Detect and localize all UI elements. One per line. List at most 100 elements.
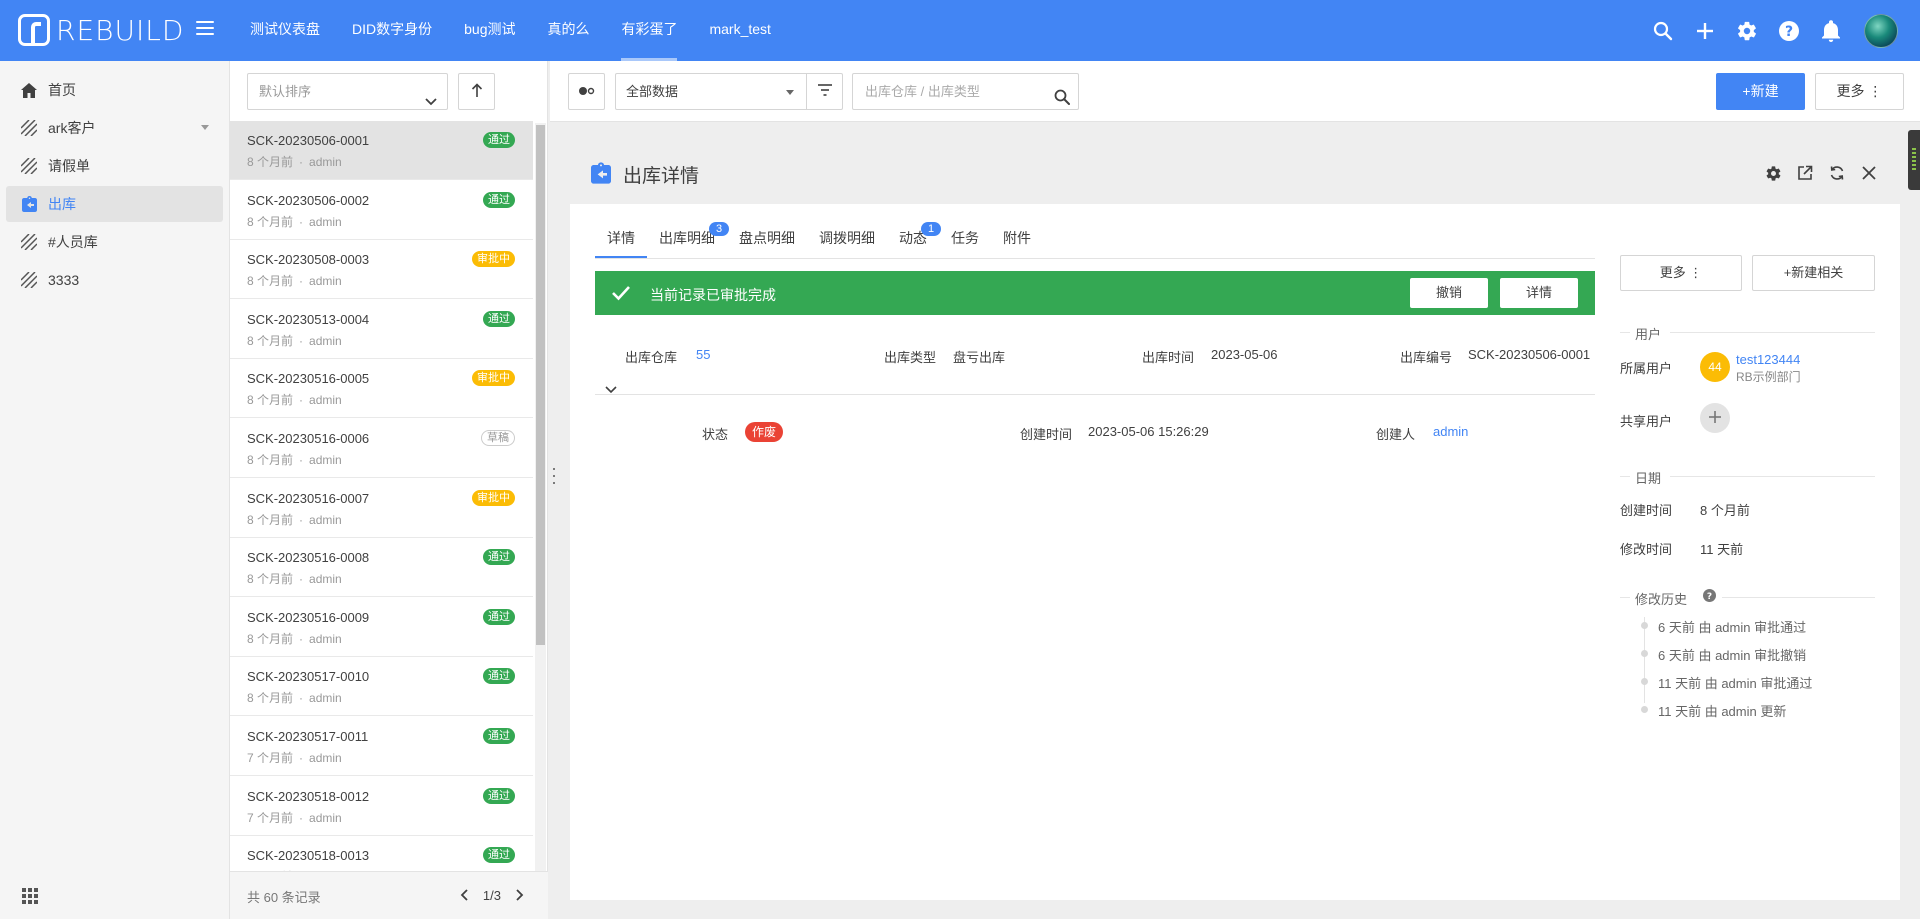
tab-label: 调拨明细 xyxy=(819,230,875,246)
tab-inventory-items[interactable]: 盘点明细 xyxy=(727,219,807,258)
record-user: admin xyxy=(309,572,342,586)
topnav-item[interactable]: 真的么 xyxy=(531,0,605,61)
refresh-icon[interactable] xyxy=(1821,159,1853,187)
status-badge: 通过 xyxy=(483,311,515,327)
history-text: 11 天前 由 admin 更新 xyxy=(1658,704,1787,719)
field-value-created: 2023-05-06 15:26:29 xyxy=(1088,424,1209,439)
side-more-button[interactable]: 更多 ⋮ xyxy=(1620,255,1742,291)
tab-activity[interactable]: 动态 1 xyxy=(887,219,941,258)
sidebar-item-label: 出库 xyxy=(48,196,76,212)
record-code: SCK-20230516-0008 xyxy=(247,550,370,565)
help-icon[interactable]: ? xyxy=(1703,589,1716,605)
topnav-item[interactable]: bug测试 xyxy=(448,0,531,61)
list-item[interactable]: SCK-20230516-0009 8 个月前 · admin 通过 xyxy=(230,598,533,657)
list-item[interactable]: SCK-20230518-0012 7 个月前 · admin 通过 xyxy=(230,777,533,836)
topnav-item[interactable]: DID数字身份 xyxy=(336,0,448,61)
prev-page-icon[interactable] xyxy=(451,882,477,908)
tab-detail[interactable]: 详情 xyxy=(595,219,647,258)
topnav-item-active[interactable]: 有彩蛋了 xyxy=(605,0,693,61)
record-list: SCK-20230506-0001 8 个月前 · admin 通过 SCK-202305… xyxy=(230,121,533,919)
tab-label: 出库明细 xyxy=(659,230,715,246)
new-related-button[interactable]: +新建相关 xyxy=(1752,255,1875,291)
sidebar-item-home[interactable]: 首页 xyxy=(6,72,223,108)
record-user: admin xyxy=(309,393,342,407)
app-logo[interactable]: REBUILD xyxy=(18,13,184,47)
total-records: 共 60 条记录 xyxy=(247,890,321,905)
sidebar-item-leave[interactable]: 请假单 xyxy=(6,148,223,184)
tab-outbound-items[interactable]: 出库明细 3 xyxy=(647,219,729,258)
record-user: admin xyxy=(309,751,342,765)
data-filter-select[interactable]: 全部数据 xyxy=(615,73,807,110)
list-item[interactable]: SCK-20230513-0004 8 个月前 · admin 通过 xyxy=(230,300,533,359)
list-item[interactable]: SCK-20230516-0006 8 个月前 · admin 草稿 xyxy=(230,419,533,478)
open-external-icon[interactable] xyxy=(1789,159,1821,187)
clipboard-icon xyxy=(21,196,37,212)
owner-label: 所属用户 xyxy=(1620,361,1673,376)
record-code: SCK-20230508-0003 xyxy=(247,252,370,267)
list-item[interactable]: SCK-20230508-0003 8 个月前 · admin 审批中 xyxy=(230,240,533,299)
topnav-item[interactable]: mark_test xyxy=(693,0,786,61)
list-item[interactable]: SCK-20230516-0007 8 个月前 · admin 审批中 xyxy=(230,479,533,538)
plus-icon[interactable] xyxy=(1684,10,1726,52)
sort-direction-button[interactable] xyxy=(458,73,495,110)
record-meta: 8 个月前 · admin xyxy=(247,272,342,289)
tab-transfer-items[interactable]: 调拨明细 xyxy=(807,219,887,258)
list-item[interactable]: SCK-20230506-0002 8 个月前 · admin 通过 xyxy=(230,181,533,240)
new-record-button[interactable]: +新建 xyxy=(1716,73,1805,110)
sort-select[interactable]: 默认排序 xyxy=(247,73,448,110)
advanced-filter-button[interactable] xyxy=(806,73,843,110)
history-item: 6 天前 由 admin 审批通过 xyxy=(1641,617,1806,636)
next-page-icon[interactable] xyxy=(507,882,533,908)
status-badge: 通过 xyxy=(483,728,515,744)
gear-icon[interactable] xyxy=(1757,159,1789,187)
list-scrollbar[interactable] xyxy=(535,123,546,919)
sidebar-item-outbound[interactable]: 出库 xyxy=(6,186,223,222)
record-meta: 7 个月前 · admin xyxy=(247,809,342,826)
field-value-creator[interactable]: admin xyxy=(1433,424,1468,439)
sidebar-item-ark[interactable]: ark客户 xyxy=(6,110,223,146)
side-drawer-tab[interactable] xyxy=(1908,130,1920,190)
more-actions-button[interactable]: 更多 ⋮ xyxy=(1815,73,1904,110)
field-value-warehouse[interactable]: 55 xyxy=(696,347,710,362)
revoke-button[interactable]: 撤销 xyxy=(1410,278,1488,308)
tab-tasks[interactable]: 任务 xyxy=(939,219,991,258)
close-icon[interactable] xyxy=(1853,159,1885,187)
search-input[interactable]: 出库仓库 / 出库类型 xyxy=(852,73,1079,110)
logo-icon xyxy=(18,14,50,46)
section-title: 修改历史 xyxy=(1635,592,1688,607)
list-item[interactable]: SCK-20230517-0011 7 个月前 · admin 通过 xyxy=(230,717,533,776)
scrollbar-thumb[interactable] xyxy=(536,125,545,645)
view-toggle-button[interactable] xyxy=(568,73,605,110)
search-icon[interactable] xyxy=(1054,83,1070,118)
filter-icon xyxy=(817,84,832,99)
modal-actions xyxy=(1757,159,1885,187)
approval-detail-button[interactable]: 详情 xyxy=(1500,278,1578,308)
entity-icon xyxy=(21,234,37,250)
chevron-down-icon xyxy=(201,125,209,130)
panel-resize-handle[interactable] xyxy=(551,468,557,484)
topnav-item[interactable]: 测试仪表盘 xyxy=(234,0,336,61)
history-item: 6 天前 由 admin 审批撤销 xyxy=(1641,645,1806,664)
field-label-warehouse: 出库仓库 xyxy=(625,350,678,365)
menu-toggle-icon[interactable] xyxy=(196,21,214,37)
tab-attachments[interactable]: 附件 xyxy=(991,219,1043,258)
gear-icon[interactable] xyxy=(1726,10,1768,52)
sidebar-item-people[interactable]: #人员库 xyxy=(6,224,223,260)
search-icon[interactable] xyxy=(1642,10,1684,52)
sidebar-item-3333[interactable]: 3333 xyxy=(6,262,223,298)
user-avatar[interactable] xyxy=(1864,13,1898,48)
main-toolbar: 全部数据 出库仓库 / 出库类型 +新建 更多 ⋮ xyxy=(550,61,1920,122)
bell-icon[interactable] xyxy=(1810,10,1852,52)
apps-grid-icon[interactable] xyxy=(22,888,38,907)
list-item[interactable]: SCK-20230517-0010 8 个月前 · admin 通过 xyxy=(230,657,533,716)
list-item[interactable]: SCK-20230516-0008 8 个月前 · admin 通过 xyxy=(230,538,533,597)
modified-time-label: 修改时间 xyxy=(1620,542,1673,557)
status-badge: 通过 xyxy=(483,609,515,625)
modified-time-value: 11 天前 xyxy=(1700,542,1744,557)
list-item[interactable]: SCK-20230506-0001 8 个月前 · admin 通过 xyxy=(230,121,533,180)
add-share-user-button[interactable] xyxy=(1700,403,1730,433)
help-icon[interactable]: ? xyxy=(1768,10,1810,52)
owner-avatar[interactable]: 44 xyxy=(1700,352,1730,382)
owner-name[interactable]: test123444 xyxy=(1736,352,1800,367)
list-item[interactable]: SCK-20230516-0005 8 个月前 · admin 审批中 xyxy=(230,359,533,418)
